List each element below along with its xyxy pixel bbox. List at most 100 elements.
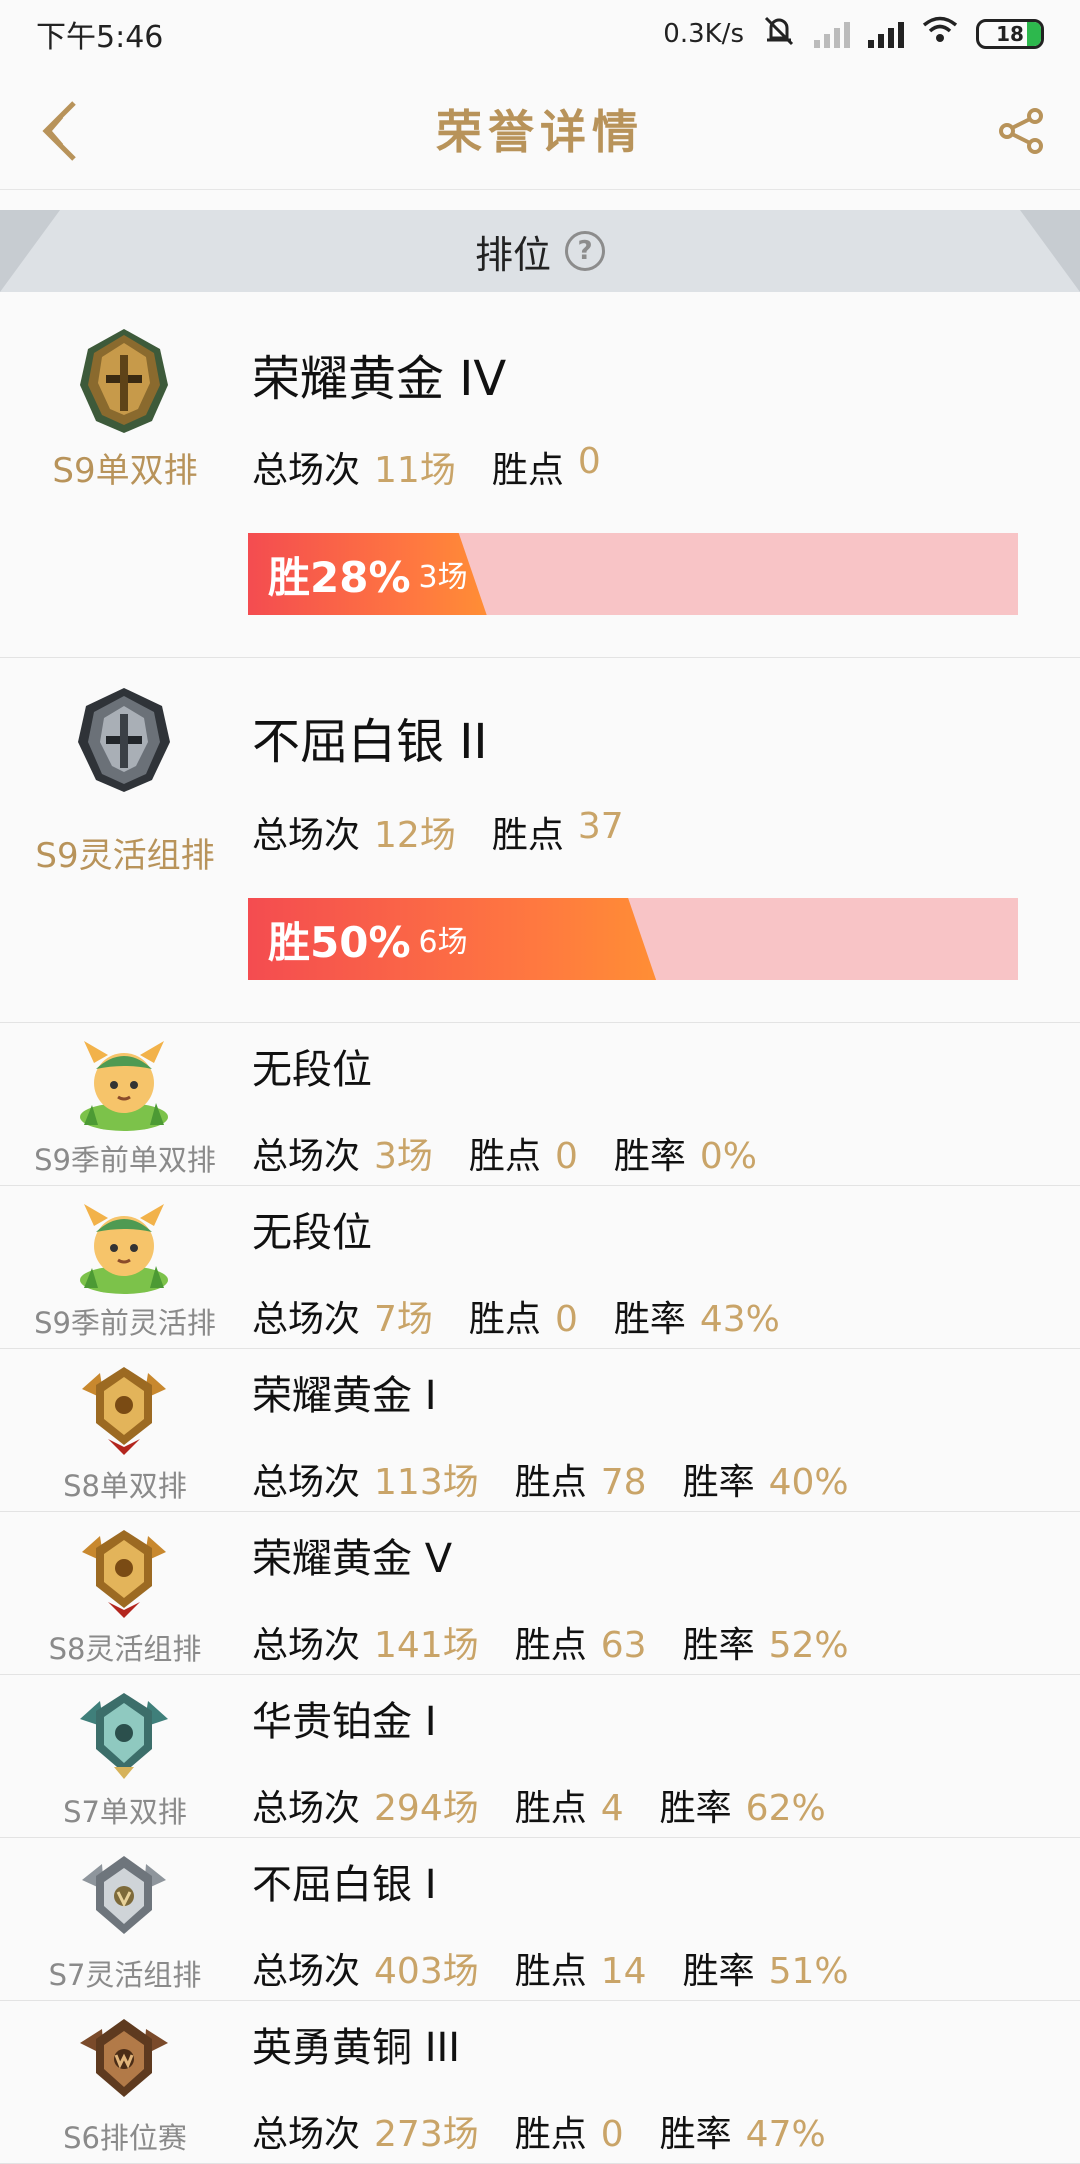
section-corner-right [1020, 210, 1080, 292]
total-label: 总场次 [252, 1136, 361, 1177]
points-value: 0 [554, 1136, 578, 1177]
points-label: 胜点 [514, 2114, 587, 2155]
points-label: 胜点 [514, 1625, 587, 1666]
history-row[interactable]: 不屈白银 I S7灵活组排 总场次 403场 胜点 14 胜率 51% [0, 1838, 1080, 2001]
queue-name: S9季前灵活排 [34, 1306, 216, 1340]
rate-value: 52% [768, 1625, 849, 1666]
win-label: 胜 [268, 552, 311, 602]
total-label: 总场次 [252, 2114, 361, 2155]
queue-name: S9季前单双排 [34, 1143, 216, 1177]
points-value: 37 [577, 806, 624, 847]
chevron-left-icon [42, 101, 76, 161]
history-row[interactable]: 无段位 S9季前灵活排 总场次 7场 胜点 0 胜率 43% [0, 1186, 1080, 1349]
rate-value: 0% [699, 1136, 757, 1177]
gold-emblem-icon [74, 1522, 174, 1622]
rank-card-featured[interactable]: S9单双排 荣耀黄金 IV 总场次 11场 胜点 0 胜28% 3场 [0, 293, 1080, 658]
platinum-emblem-icon [74, 1685, 174, 1785]
tier-name: 英勇黄铜 III [252, 2025, 461, 2071]
total-label: 总场次 [252, 1951, 361, 1992]
win-label: 胜 [268, 917, 311, 967]
tier-name: 无段位 [252, 1047, 372, 1093]
rate-value: 62% [745, 1788, 826, 1829]
rank-card-featured[interactable]: S9灵活组排 不屈白银 II 总场次 12场 胜点 37 胜50% 6场 [0, 658, 1080, 1023]
help-icon[interactable]: ? [565, 231, 605, 271]
rate-label: 胜率 [659, 1788, 732, 1829]
total-games: 7场 [374, 1299, 433, 1340]
win-rate-bar: 胜50% 6场 [248, 898, 1018, 980]
mute-icon [762, 14, 796, 54]
points-label: 胜点 [491, 815, 564, 856]
rate-label: 胜率 [613, 1299, 686, 1340]
win-rate-text: 胜50% 6场 [268, 898, 468, 980]
rate-label: 胜率 [682, 1625, 755, 1666]
signal-icon-2 [868, 20, 904, 48]
points-label: 胜点 [514, 1788, 587, 1829]
total-label: 总场次 [252, 1625, 361, 1666]
points-value: 0 [600, 2114, 624, 2155]
points-label: 胜点 [514, 1462, 587, 1503]
status-icons: 0.3K/s 18 [663, 14, 1044, 54]
win-rate-bar: 胜28% 3场 [248, 533, 1018, 615]
history-row[interactable]: 英勇黄铜 III S6排位赛 总场次 273场 胜点 0 胜率 47% [0, 2001, 1080, 2164]
win-games: 6场 [418, 925, 468, 960]
back-button[interactable] [30, 96, 90, 166]
tier-name: 不屈白银 I [252, 1862, 437, 1908]
rate-value: 43% [699, 1299, 780, 1340]
total-games: 113场 [374, 1462, 479, 1503]
total-label: 总场次 [252, 815, 361, 856]
queue-name: S8灵活组排 [48, 1632, 202, 1666]
points-value: 0 [554, 1299, 578, 1340]
points-value: 0 [577, 441, 601, 482]
stats-line: 总场次 273场 胜点 0 胜率 47% [252, 2105, 826, 2157]
win-percent: 50% [310, 917, 411, 967]
queue-name: S7灵活组排 [48, 1958, 202, 1992]
total-label: 总场次 [252, 1462, 361, 1503]
rate-value: 47% [745, 2114, 826, 2155]
silver-helmet-icon [78, 688, 170, 792]
rate-value: 51% [768, 1951, 849, 1992]
total-games: 294场 [374, 1788, 479, 1829]
net-speed: 0.3K/s [663, 19, 744, 49]
points-value: 78 [600, 1462, 647, 1503]
rate-label: 胜率 [613, 1136, 686, 1177]
signal-icon [814, 20, 850, 48]
history-row[interactable]: 荣耀黄金 V S8灵活组排 总场次 141场 胜点 63 胜率 52% [0, 1512, 1080, 1675]
section-label: 排位 [474, 232, 551, 277]
share-button[interactable] [992, 96, 1052, 166]
history-row[interactable]: 华贵铂金 I S7单双排 总场次 294场 胜点 4 胜率 62% [0, 1675, 1080, 1838]
tier-name: 荣耀黄金 V [252, 1536, 453, 1582]
rate-label: 胜率 [659, 2114, 732, 2155]
points-value: 63 [600, 1625, 647, 1666]
win-percent: 28% [310, 552, 411, 602]
tier-name: 荣耀黄金 IV [252, 351, 507, 407]
bronze-emblem-icon [74, 2011, 174, 2111]
status-time: 下午5:46 [36, 20, 164, 55]
total-label: 总场次 [252, 1788, 361, 1829]
wifi-icon [922, 16, 958, 52]
total-games: 141场 [374, 1625, 479, 1666]
tier-name: 无段位 [252, 1210, 372, 1256]
history-row[interactable]: 荣耀黄金 I S8单双排 总场次 113场 胜点 78 胜率 40% [0, 1349, 1080, 1512]
total-label: 总场次 [252, 1299, 361, 1340]
battery-icon: 18 [976, 19, 1044, 49]
total-games: 403场 [374, 1951, 479, 1992]
queue-name: S9单双排 [52, 451, 198, 491]
total-games: 273场 [374, 2114, 479, 2155]
history-row[interactable]: 无段位 S9季前单双排 总场次 3场 胜点 0 胜率 0% [0, 1023, 1080, 1186]
points-label: 胜点 [468, 1136, 541, 1177]
stats-line: 总场次 113场 胜点 78 胜率 40% [252, 1453, 849, 1505]
stats-line: 总场次 3场 胜点 0 胜率 0% [252, 1127, 757, 1179]
total-games: 12场 [374, 815, 456, 856]
stats-line: 总场次 11场 胜点 0 [252, 441, 601, 493]
win-rate-text: 胜28% 3场 [268, 533, 468, 615]
battery-level: 18 [996, 22, 1024, 46]
gold-helmet-icon [80, 329, 168, 433]
section-header-ranked: 排位 ? [0, 210, 1080, 292]
share-icon [999, 108, 1043, 154]
rate-label: 胜率 [682, 1951, 755, 1992]
stats-line: 总场次 7场 胜点 0 胜率 43% [252, 1290, 780, 1342]
teemo-icon [74, 1196, 174, 1296]
points-value: 14 [600, 1951, 647, 1992]
total-games: 11场 [374, 450, 456, 491]
tier-name: 荣耀黄金 I [252, 1373, 437, 1419]
